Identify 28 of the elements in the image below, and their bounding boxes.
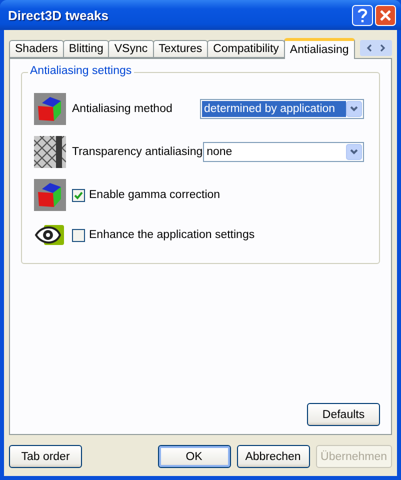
button[interactable]: Tab order xyxy=(9,445,82,468)
cube-icon xyxy=(34,93,66,125)
setting-label: Antialiasing method xyxy=(72,103,174,115)
checkbox[interactable] xyxy=(72,228,85,242)
setting-label: Transparency antialiasing xyxy=(72,146,203,158)
tab[interactable]: Textures xyxy=(152,40,208,58)
cube-icon xyxy=(34,179,66,211)
checkbox-label[interactable]: Enable gamma correction xyxy=(89,189,367,201)
tab[interactable]: Antialiasing xyxy=(284,38,355,59)
tab[interactable]: Shaders xyxy=(9,40,64,58)
checkbox-label[interactable]: Enhance the application settings xyxy=(89,229,367,241)
tab[interactable]: Compatibility xyxy=(207,40,285,58)
group-title: Antialiasing settings xyxy=(28,65,134,77)
dropdown[interactable]: determined by application xyxy=(200,99,364,119)
tab-scroll-arrows-icon[interactable] xyxy=(360,40,392,56)
window-title: Direct3D tweaks xyxy=(8,8,108,22)
button[interactable]: OK xyxy=(158,445,231,468)
dropdown-value: determined by application xyxy=(202,101,346,117)
help-icon[interactable] xyxy=(352,4,373,26)
close-icon[interactable] xyxy=(375,4,396,26)
dropdown[interactable]: none xyxy=(202,142,364,162)
tab[interactable]: Blitting xyxy=(62,40,110,58)
checkbox[interactable] xyxy=(72,188,85,202)
dropdown-value: none xyxy=(206,145,234,160)
button[interactable]: Defaults xyxy=(307,403,380,426)
tab[interactable]: VSync xyxy=(108,40,154,58)
fence-icon xyxy=(34,136,66,168)
button[interactable]: Abbrechen xyxy=(236,445,310,468)
